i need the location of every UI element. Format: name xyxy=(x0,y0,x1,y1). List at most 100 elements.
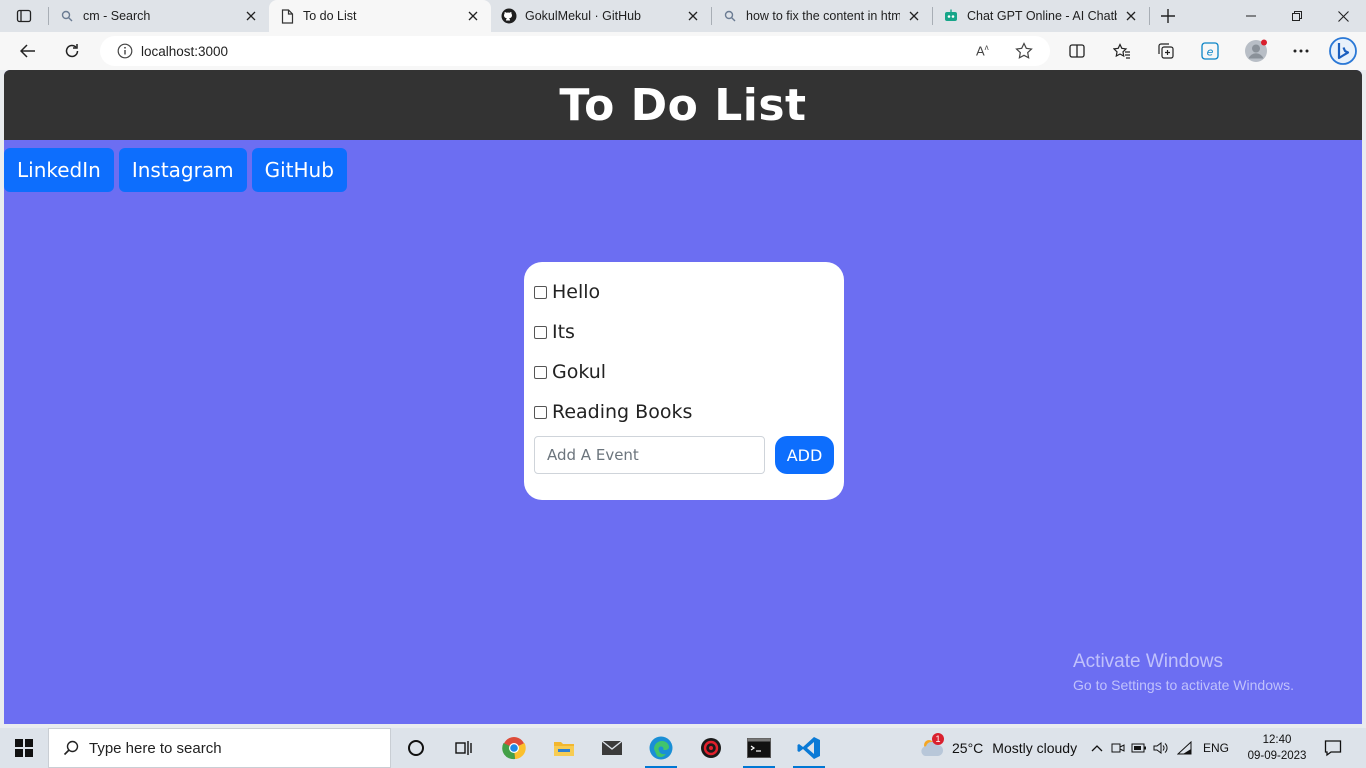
terminal-icon xyxy=(747,738,771,758)
file-explorer-button[interactable] xyxy=(540,728,588,768)
page-viewport: To Do List LinkedIn Instagram GitHub Hel… xyxy=(4,70,1362,724)
tab-to-do-list[interactable]: To do List xyxy=(269,0,491,32)
todo-label: Its xyxy=(552,321,575,343)
chrome-taskbar-button[interactable] xyxy=(490,728,538,768)
page-title: To Do List xyxy=(559,79,807,131)
close-icon[interactable] xyxy=(685,8,701,24)
tab-title: cm - Search xyxy=(83,9,151,23)
collections-button[interactable] xyxy=(1151,36,1181,66)
todo-checkbox[interactable] xyxy=(534,285,547,299)
instagram-button[interactable]: Instagram xyxy=(118,148,247,192)
back-arrow-icon xyxy=(20,44,35,58)
linkedin-button[interactable]: LinkedIn xyxy=(4,148,114,192)
clock-date: 09-09-2023 xyxy=(1247,750,1307,762)
chrome-icon xyxy=(502,737,526,760)
avatar-icon xyxy=(1245,39,1267,62)
ellipsis-icon xyxy=(1293,49,1309,53)
tab-search[interactable]: cm - Search xyxy=(49,0,269,32)
more-options-button[interactable] xyxy=(1286,36,1316,66)
tray-icons: ENG xyxy=(1091,728,1229,768)
back-button[interactable] xyxy=(13,36,43,66)
favorites-button[interactable] xyxy=(1107,36,1137,66)
tab-github[interactable]: GokulMekul · GitHub xyxy=(491,0,711,32)
close-icon xyxy=(1337,10,1349,22)
app-taskbar-button[interactable] xyxy=(687,728,735,768)
taskbar-clock[interactable]: 12:40 09-09-2023 xyxy=(1246,732,1308,764)
todo-label: Reading Books xyxy=(552,401,693,423)
taskbar-search-box[interactable]: Type here to search xyxy=(48,728,391,768)
todo-label: Gokul xyxy=(552,361,607,383)
battery-icon[interactable] xyxy=(1131,742,1147,754)
start-button[interactable] xyxy=(0,728,48,768)
favorite-star-icon[interactable] xyxy=(1015,42,1033,60)
bing-icon xyxy=(1329,37,1357,65)
restore-icon xyxy=(1292,11,1302,21)
address-bar[interactable]: localhost:3000 Aʌ xyxy=(100,36,1050,66)
weather-widget[interactable]: 1 25°C Mostly cloudy xyxy=(918,728,1077,768)
volume-icon[interactable] xyxy=(1153,741,1169,755)
watermark-subtitle: Go to Settings to activate Windows. xyxy=(1073,677,1294,693)
cortana-button[interactable] xyxy=(392,728,440,768)
notifications-button[interactable] xyxy=(1310,728,1356,768)
close-window-button[interactable] xyxy=(1320,0,1366,32)
tab-actions-icon xyxy=(16,9,32,23)
tab-title: GokulMekul · GitHub xyxy=(525,9,642,23)
close-icon[interactable] xyxy=(906,8,922,24)
github-button[interactable]: GitHub xyxy=(251,148,347,192)
url-text: localhost:3000 xyxy=(141,43,229,59)
edge-icon xyxy=(649,736,673,760)
info-icon[interactable] xyxy=(117,43,133,59)
page-header: To Do List xyxy=(4,70,1362,140)
edge-taskbar-button[interactable] xyxy=(637,728,685,768)
plus-icon xyxy=(1161,9,1175,23)
mail-icon xyxy=(601,740,623,755)
language-indicator[interactable]: ENG xyxy=(1203,741,1229,755)
refresh-button[interactable] xyxy=(57,36,87,66)
close-icon[interactable] xyxy=(243,8,259,24)
clock-time: 12:40 xyxy=(1262,734,1292,746)
todo-item: Its xyxy=(534,312,834,352)
todo-checkbox[interactable] xyxy=(534,325,547,339)
edge-extension-button[interactable]: e xyxy=(1195,36,1225,66)
tab-title: Chat GPT Online - AI Chatbot xyxy=(967,9,1117,23)
add-button[interactable]: ADD xyxy=(775,436,834,474)
add-event-input[interactable] xyxy=(534,436,765,474)
minimize-button[interactable] xyxy=(1228,0,1274,32)
split-screen-button[interactable] xyxy=(1062,36,1092,66)
robot-icon xyxy=(943,8,959,24)
todo-item: Reading Books xyxy=(534,392,834,432)
watermark-title: Activate Windows xyxy=(1073,651,1223,672)
todo-checkbox[interactable] xyxy=(534,405,547,419)
collections-icon xyxy=(1158,43,1174,59)
search-icon xyxy=(722,8,738,24)
mail-button[interactable] xyxy=(588,728,636,768)
chevron-up-icon[interactable] xyxy=(1091,744,1103,752)
task-view-button[interactable] xyxy=(440,728,488,768)
vscode-taskbar-button[interactable] xyxy=(785,728,833,768)
restore-button[interactable] xyxy=(1274,0,1320,32)
tab-title: how to fix the content in html xyxy=(746,9,900,23)
vscode-icon xyxy=(797,737,820,759)
svg-text:e: e xyxy=(1207,46,1214,59)
todo-checkbox[interactable] xyxy=(534,365,547,379)
wifi-icon[interactable] xyxy=(1177,741,1193,755)
tab-chat-gpt[interactable]: Chat GPT Online - AI Chatbot xyxy=(933,0,1149,32)
split-screen-icon xyxy=(1069,44,1085,58)
read-aloud-icon[interactable]: Aʌ xyxy=(976,43,989,58)
profile-button[interactable] xyxy=(1241,36,1271,66)
github-icon xyxy=(501,8,517,24)
new-tab-button[interactable] xyxy=(1150,0,1186,32)
tab-how-to-fix[interactable]: how to fix the content in html xyxy=(712,0,932,32)
bing-chat-button[interactable] xyxy=(1327,35,1359,67)
search-icon xyxy=(59,8,75,24)
close-icon[interactable] xyxy=(1123,8,1139,24)
tab-actions-button[interactable] xyxy=(0,0,48,32)
meet-now-icon[interactable] xyxy=(1111,741,1125,755)
close-icon[interactable] xyxy=(465,8,481,24)
edge-icon: e xyxy=(1201,42,1219,60)
search-icon xyxy=(63,740,79,756)
social-links: LinkedIn Instagram GitHub xyxy=(4,148,352,192)
terminal-taskbar-button[interactable] xyxy=(735,728,783,768)
address-bar-row: localhost:3000 Aʌ e xyxy=(0,32,1366,70)
page-icon xyxy=(279,8,295,24)
